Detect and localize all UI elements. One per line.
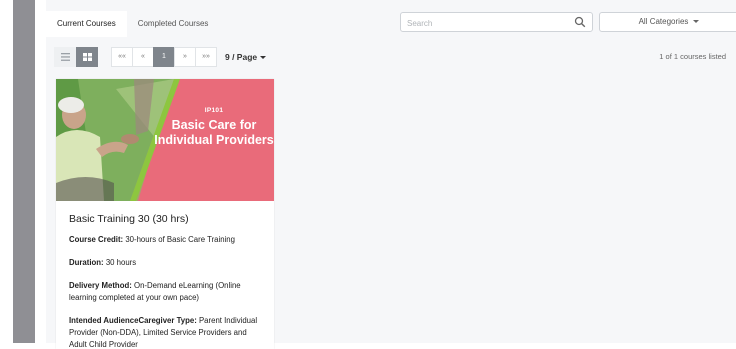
course-details: Basic Training 30 (30 hrs) Course Credit… <box>56 201 274 349</box>
list-icon <box>60 53 70 61</box>
first-page-button[interactable]: «« <box>111 47 133 67</box>
toolbar: «« « 1 » »» 9 / Page <box>54 47 267 67</box>
grid-icon <box>82 53 92 61</box>
course-duration: Duration: 30 hours <box>69 257 261 269</box>
banner-text: IP101 Basic Care for Individual Provider… <box>154 107 274 148</box>
search-icon[interactable] <box>574 16 586 28</box>
current-page-button[interactable]: 1 <box>153 47 175 67</box>
category-dropdown[interactable]: All Categories <box>599 12 736 32</box>
tab-completed-courses[interactable]: Completed Courses <box>127 11 220 37</box>
course-banner: IP101 Basic Care for Individual Provider… <box>56 79 274 201</box>
field-label: Delivery Method: <box>69 281 132 290</box>
next-page-button[interactable]: » <box>174 47 196 67</box>
last-page-button[interactable]: »» <box>195 47 217 67</box>
prev-page-button[interactable]: « <box>132 47 154 67</box>
course-title[interactable]: Basic Training 30 (30 hrs) <box>69 213 261 225</box>
results-count: 1 of 1 courses listed <box>659 52 726 61</box>
banner-course-code: IP101 <box>204 107 224 114</box>
course-intended-audience: Intended AudienceCaregiver Type: Parent … <box>69 315 261 349</box>
per-page-label: 9 / Page <box>225 52 258 62</box>
course-delivery-method: Delivery Method: On-Demand eLearning (On… <box>69 280 261 304</box>
course-tabs: Current Courses Completed Courses <box>46 11 219 37</box>
course-card[interactable]: IP101 Basic Care for Individual Provider… <box>56 79 274 349</box>
field-label: Course Credit: <box>69 235 124 244</box>
grid-view-button[interactable] <box>76 47 98 67</box>
tab-current-courses[interactable]: Current Courses <box>46 11 127 37</box>
field-label: Duration: <box>69 258 104 267</box>
category-selected-label: All Categories <box>638 17 689 26</box>
search-input[interactable] <box>401 14 573 33</box>
course-credit: Course Credit: 30-hours of Basic Care Tr… <box>69 234 261 246</box>
field-label: Intended AudienceCaregiver Type: <box>69 316 197 325</box>
pagination: «« « 1 » »» <box>111 47 217 67</box>
courses-panel: Current Courses Completed Courses All Ca… <box>46 0 736 349</box>
caret-down-icon <box>260 56 267 60</box>
field-value: 30 hours <box>105 258 137 267</box>
list-view-button[interactable] <box>54 47 76 67</box>
search-box <box>400 12 593 33</box>
field-value: 30-hours of Basic Care Training <box>125 235 235 244</box>
per-page-dropdown[interactable]: 9 / Page <box>225 52 267 62</box>
banner-course-title: Basic Care for Individual Providers <box>154 118 274 147</box>
chevron-down-icon <box>693 20 700 24</box>
left-sidebar-strip <box>13 0 35 343</box>
